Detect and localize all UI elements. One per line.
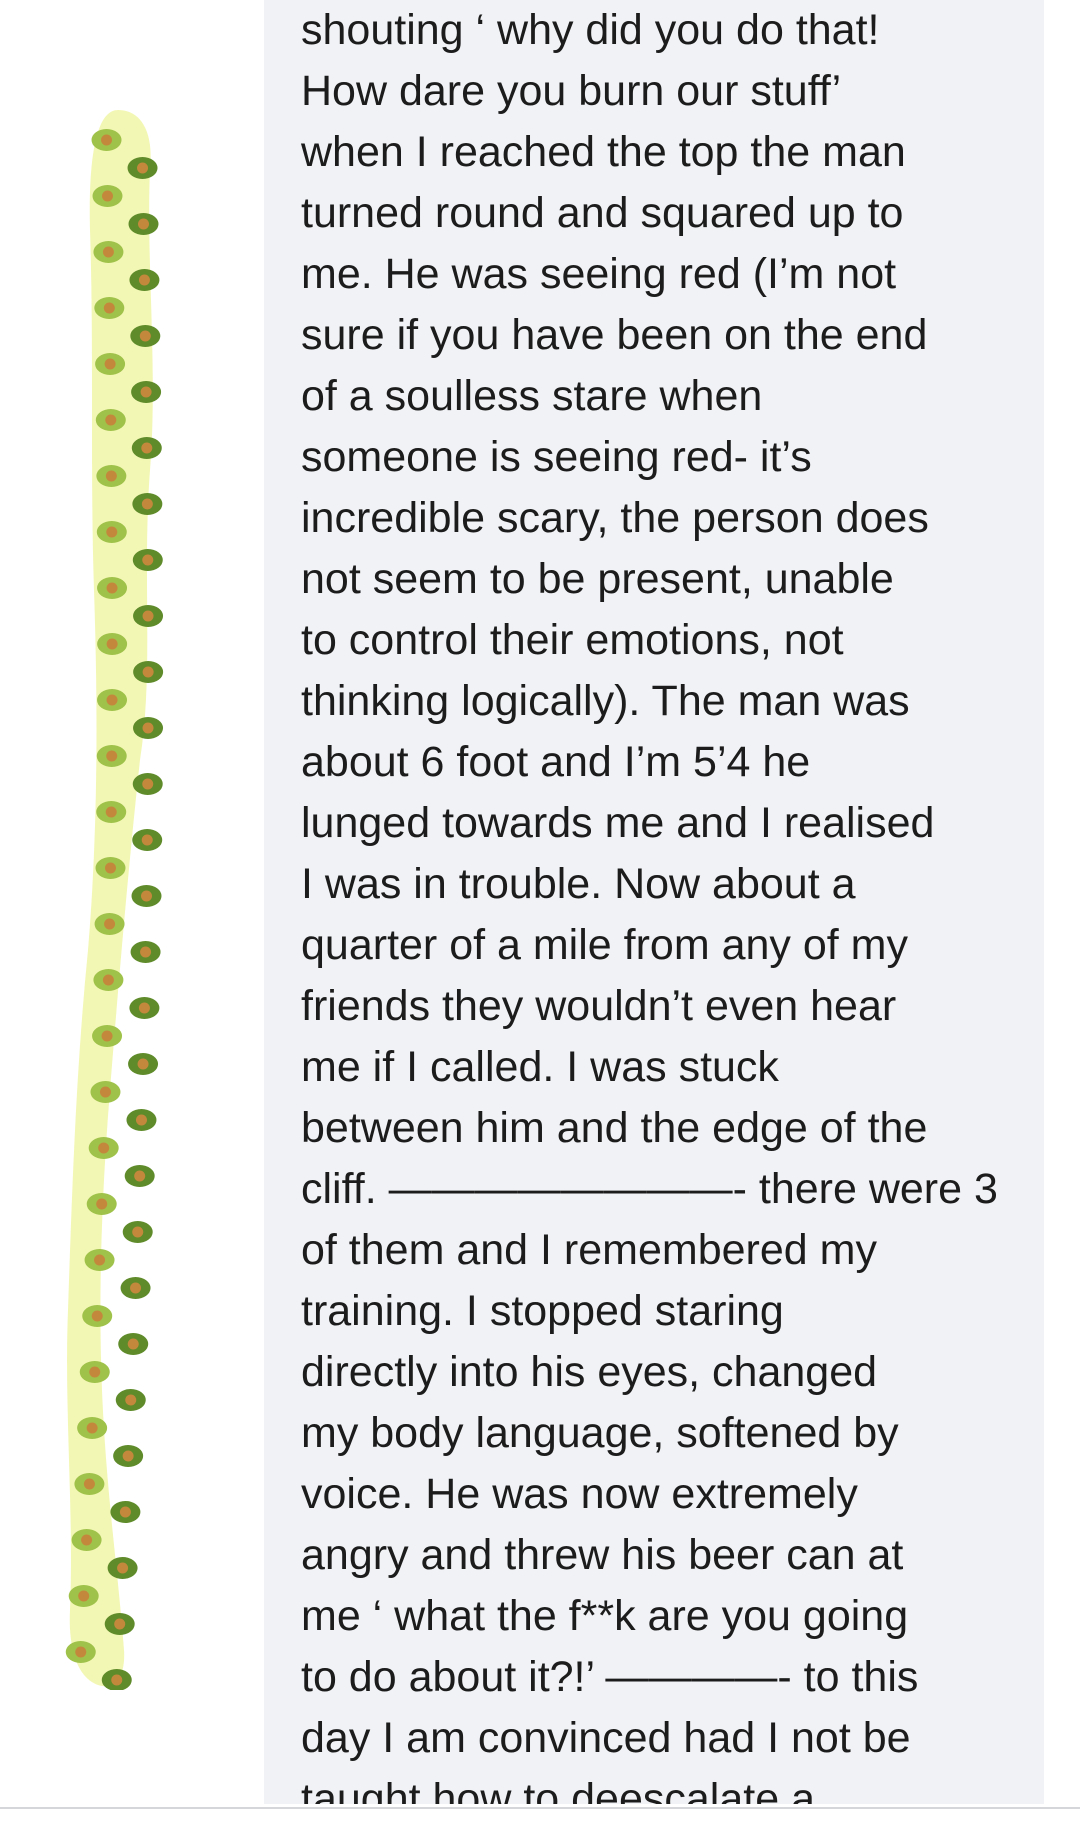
avocado-pit xyxy=(94,1254,106,1266)
avocado-pit xyxy=(106,694,118,706)
avocado-pit xyxy=(130,1282,142,1294)
comment-line: directly into his eyes, changed xyxy=(301,1348,878,1396)
comment-line: training. I stopped staring xyxy=(301,1287,784,1335)
avocado-pit xyxy=(137,162,149,174)
avocado-pit xyxy=(140,946,152,958)
comment-bubble: shouting ‘ why did you do that! How dare… xyxy=(264,0,1044,1804)
comment-line: me if I called. I was stuck xyxy=(301,1043,779,1091)
bottom-divider xyxy=(0,1807,1080,1809)
comment-line: day I am convinced had I not be xyxy=(301,1714,911,1762)
comment-line: of a soulless stare when xyxy=(301,372,763,420)
avocado-pit xyxy=(125,1394,137,1406)
comment-line: me ‘ what the f**k are you going xyxy=(301,1592,909,1640)
comment-line: lunged towards me and I realised xyxy=(301,799,935,847)
avocado-pit xyxy=(105,470,117,482)
avocado-pit xyxy=(122,1450,134,1462)
avocado-pit xyxy=(142,610,154,622)
avocado-pit xyxy=(142,666,154,678)
comment-line: someone is seeing red- it’s xyxy=(301,433,812,481)
avocado-pit xyxy=(140,386,152,398)
avocado-pit xyxy=(114,1618,126,1630)
comment-line: turned round and squared up to xyxy=(301,189,904,237)
avocado-pit xyxy=(101,1030,113,1042)
comment-line: not seem to be present, unable xyxy=(301,555,894,603)
avocado-pit xyxy=(78,1590,90,1602)
avocado-pit xyxy=(138,274,150,286)
avocado-pit xyxy=(106,526,118,538)
comment-line: my body language, softened by xyxy=(301,1409,899,1457)
avocado-pit xyxy=(89,1366,101,1378)
screenshot-page: shouting ‘ why did you do that! How dare… xyxy=(0,0,1080,1829)
avocado-pit xyxy=(132,1226,144,1238)
comment-line: thinking logically). The man was xyxy=(301,677,910,725)
comment-line: between him and the edge of the xyxy=(301,1104,928,1152)
avocado-pit xyxy=(119,1506,131,1518)
avocado-pit xyxy=(117,1562,129,1574)
avocado-pit xyxy=(105,862,117,874)
avocado-pit xyxy=(83,1478,95,1490)
comment-line: sure if you have been on the end xyxy=(301,311,928,359)
comment-line: incredible scary, the person does xyxy=(301,494,929,542)
avocado-pit xyxy=(102,974,114,986)
avocado-pit xyxy=(135,1114,147,1126)
comment-line: I was in trouble. Now about a xyxy=(301,860,856,908)
comment-line: to do about it?!’ ————- to this xyxy=(301,1653,919,1701)
comment-text: shouting ‘ why did you do that! How dare… xyxy=(301,0,1041,1804)
avocado-pit xyxy=(105,414,117,426)
avocado-pit xyxy=(134,1170,146,1182)
avocado-pit xyxy=(111,1674,123,1686)
avocado-pit xyxy=(105,806,117,818)
avocado-pit xyxy=(141,498,153,510)
comment-line: taught how to deescalate a xyxy=(301,1775,815,1804)
comment-line: angry and threw his beer can at xyxy=(301,1531,904,1579)
comment-line: friends they wouldn’t even hear xyxy=(301,982,897,1030)
comment-line: of them and I remembered my xyxy=(301,1226,877,1274)
avocado-pit xyxy=(104,918,116,930)
avocado-pit xyxy=(98,1142,110,1154)
comment-line: shouting ‘ why did you do that! xyxy=(301,6,880,54)
avocado-pit xyxy=(102,246,114,258)
avocado-pit xyxy=(141,834,153,846)
comment-line: when I reached the top the man xyxy=(301,128,906,176)
avocado-pit xyxy=(141,442,153,454)
comment-line: voice. He was now extremely xyxy=(301,1470,858,1518)
avocado-pattern-icon xyxy=(65,110,164,1690)
avocado-pit xyxy=(142,722,154,734)
avocado-pit xyxy=(106,638,118,650)
avocado-pit xyxy=(75,1646,87,1658)
avocado-pit xyxy=(86,1422,98,1434)
comment-line: quarter of a mile from any of my xyxy=(301,921,908,969)
comment-line: How dare you burn our stuff’ xyxy=(301,67,842,115)
avocado-pit xyxy=(127,1338,139,1350)
avocado-pit xyxy=(142,778,154,790)
comment-line: cliff. ————————- there were 3 xyxy=(301,1165,998,1213)
avocado-pit xyxy=(106,750,118,762)
avocado-pit xyxy=(104,358,116,370)
avocado-pit xyxy=(81,1534,93,1546)
avocado-pit xyxy=(96,1198,108,1210)
comment-line: about 6 foot and I’m 5’4 he xyxy=(301,738,811,786)
avocado-pit xyxy=(138,1002,150,1014)
avocado-pit xyxy=(101,134,113,146)
avocado-pit xyxy=(106,582,118,594)
avatar-group xyxy=(65,110,164,1690)
avocado-pit xyxy=(137,218,149,230)
avocado-pit xyxy=(91,1310,103,1322)
avocado-pit xyxy=(142,554,154,566)
avocado-pit xyxy=(137,1058,149,1070)
comment-line: to control their emotions, not xyxy=(301,616,844,664)
avocado-pit xyxy=(139,330,151,342)
avocado-pit xyxy=(103,302,115,314)
avocado-pit xyxy=(141,890,153,902)
comment-line: me. He was seeing red (I’m not xyxy=(301,250,897,298)
avocado-pit xyxy=(101,190,113,202)
avocado-pit xyxy=(99,1086,111,1098)
